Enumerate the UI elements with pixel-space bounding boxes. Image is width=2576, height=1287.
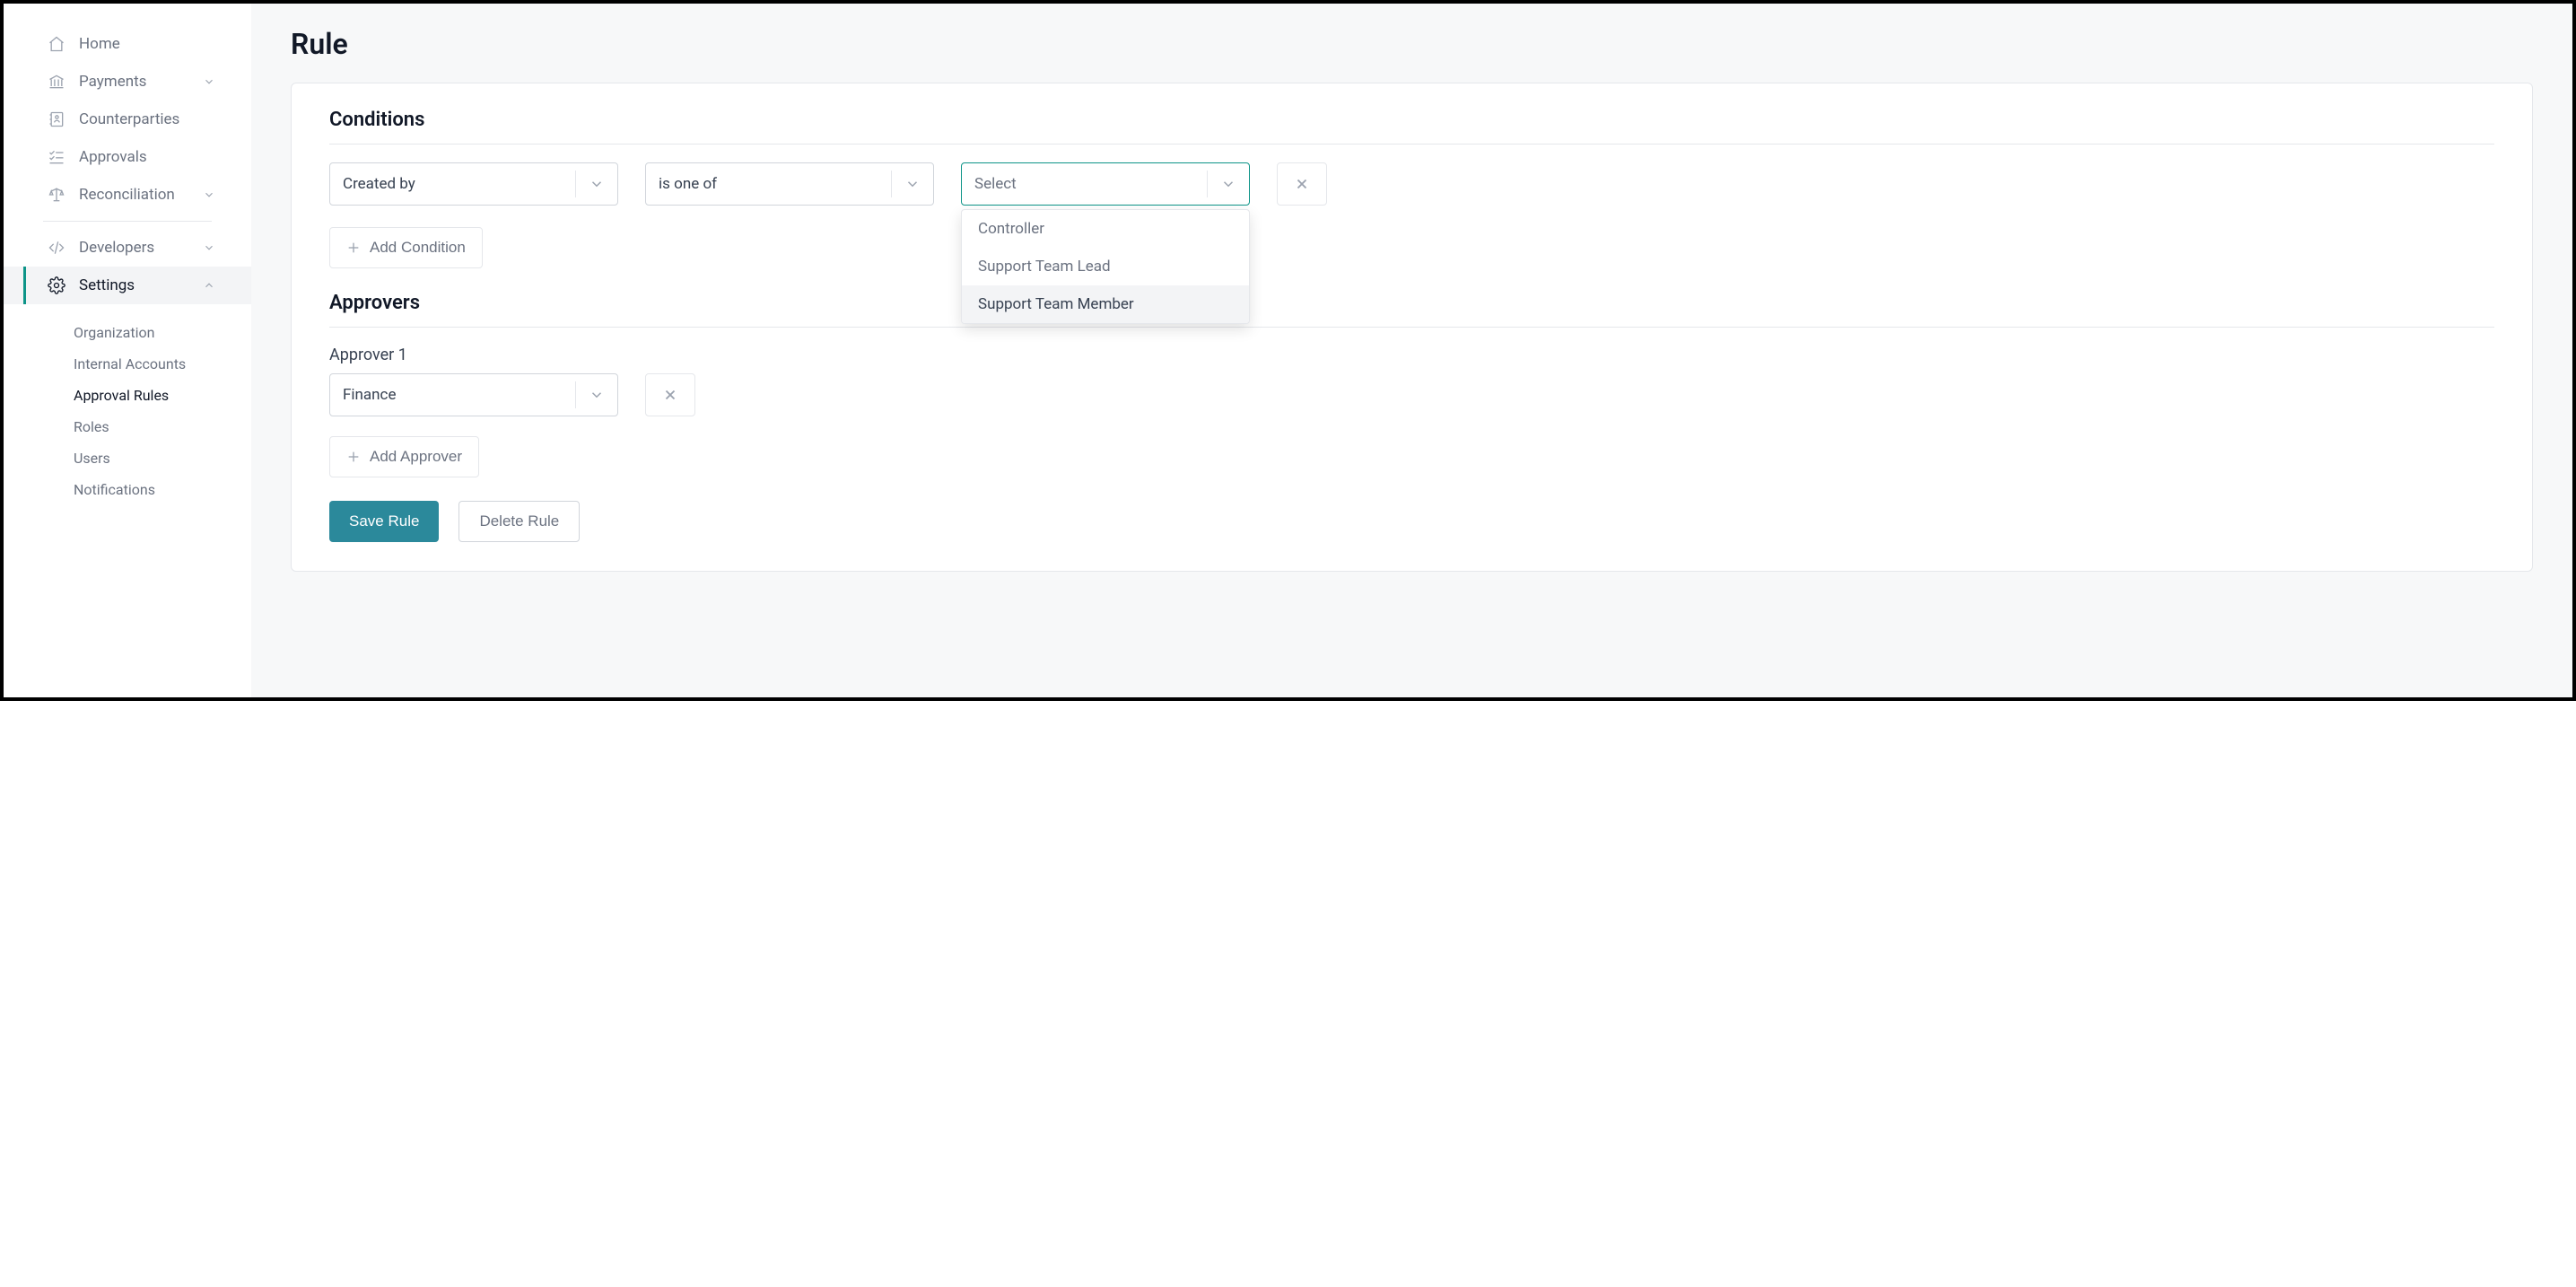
- approver-value: Finance: [343, 386, 575, 404]
- condition-value-dropdown: Controller Support Team Lead Support Tea…: [961, 209, 1250, 324]
- plus-icon: [346, 241, 361, 255]
- approvers-divider: [329, 327, 2494, 328]
- dropdown-option-support-team-lead[interactable]: Support Team Lead: [962, 248, 1249, 285]
- condition-field-select[interactable]: Created by: [329, 162, 618, 206]
- approver-slot-label: Approver 1: [329, 346, 2494, 364]
- main-content: Rule Conditions Created by is one of: [251, 4, 2572, 697]
- sidebar-item-settings[interactable]: Settings: [4, 267, 251, 304]
- code-icon: [47, 238, 66, 258]
- chevron-down-icon: [203, 241, 215, 254]
- sidebar-sub-users[interactable]: Users: [4, 442, 251, 474]
- chevron-down-icon: [203, 75, 215, 88]
- sidebar-item-counterparties[interactable]: Counterparties: [4, 101, 251, 138]
- chevron-down-icon: [1208, 176, 1249, 192]
- remove-approver-button[interactable]: [645, 373, 695, 416]
- sidebar-item-reconciliation[interactable]: Reconciliation: [4, 176, 251, 214]
- sidebar-item-label: Payments: [79, 73, 146, 91]
- chevron-down-icon: [203, 188, 215, 201]
- rule-actions: Save Rule Delete Rule: [329, 501, 2494, 542]
- contacts-icon: [47, 109, 66, 129]
- add-condition-label: Add Condition: [370, 239, 466, 257]
- sidebar-item-label: Developers: [79, 239, 154, 257]
- sidebar-item-approvals[interactable]: Approvals: [4, 138, 251, 176]
- checklist-icon: [47, 147, 66, 167]
- condition-value-placeholder: Select: [974, 175, 1207, 193]
- bank-icon: [47, 72, 66, 92]
- sidebar-item-developers[interactable]: Developers: [4, 229, 251, 267]
- dropdown-option-support-team-member[interactable]: Support Team Member: [962, 285, 1249, 323]
- plus-icon: [346, 450, 361, 464]
- sidebar-item-label: Reconciliation: [79, 186, 175, 204]
- sidebar-divider: [43, 221, 212, 222]
- condition-operator-select[interactable]: is one of: [645, 162, 934, 206]
- dropdown-option-controller[interactable]: Controller: [962, 210, 1249, 248]
- rule-card: Conditions Created by is one of: [291, 83, 2533, 572]
- page-title: Rule: [291, 27, 2533, 61]
- sidebar-item-home[interactable]: Home: [4, 25, 251, 63]
- sidebar-sub-roles[interactable]: Roles: [4, 411, 251, 442]
- add-approver-label: Add Approver: [370, 448, 462, 466]
- chevron-down-icon: [576, 176, 617, 192]
- sidebar-item-payments[interactable]: Payments: [4, 63, 251, 101]
- sidebar-sub-approval-rules[interactable]: Approval Rules: [4, 380, 251, 411]
- add-approver-button[interactable]: Add Approver: [329, 436, 479, 477]
- save-rule-button[interactable]: Save Rule: [329, 501, 439, 542]
- conditions-heading: Conditions: [329, 109, 2494, 131]
- sidebar-item-label: Approvals: [79, 148, 147, 166]
- home-icon: [47, 34, 66, 54]
- gear-icon: [47, 276, 66, 295]
- condition-row: Created by is one of: [329, 162, 2494, 206]
- condition-field-value: Created by: [343, 175, 575, 193]
- approver-row: Finance: [329, 373, 2494, 416]
- sidebar-item-label: Home: [79, 35, 120, 53]
- add-condition-button[interactable]: Add Condition: [329, 227, 483, 268]
- chevron-up-icon: [203, 279, 215, 292]
- sidebar-sub-notifications[interactable]: Notifications: [4, 474, 251, 505]
- chevron-down-icon: [892, 176, 933, 192]
- approver-select[interactable]: Finance: [329, 373, 618, 416]
- remove-condition-button[interactable]: [1277, 162, 1327, 206]
- sidebar-item-label: Counterparties: [79, 110, 179, 128]
- approvers-heading: Approvers: [329, 292, 2494, 314]
- condition-operator-value: is one of: [659, 175, 891, 193]
- close-icon: [662, 387, 678, 403]
- delete-rule-button[interactable]: Delete Rule: [458, 501, 580, 542]
- condition-value-select[interactable]: Select: [961, 162, 1250, 206]
- chevron-down-icon: [576, 387, 617, 403]
- close-icon: [1294, 176, 1310, 192]
- sidebar-sub-organization[interactable]: Organization: [4, 317, 251, 348]
- scale-icon: [47, 185, 66, 205]
- sidebar-item-label: Settings: [79, 276, 135, 294]
- sidebar: Home Payments Counterparties Approvals: [4, 4, 251, 697]
- sidebar-sub-internal-accounts[interactable]: Internal Accounts: [4, 348, 251, 380]
